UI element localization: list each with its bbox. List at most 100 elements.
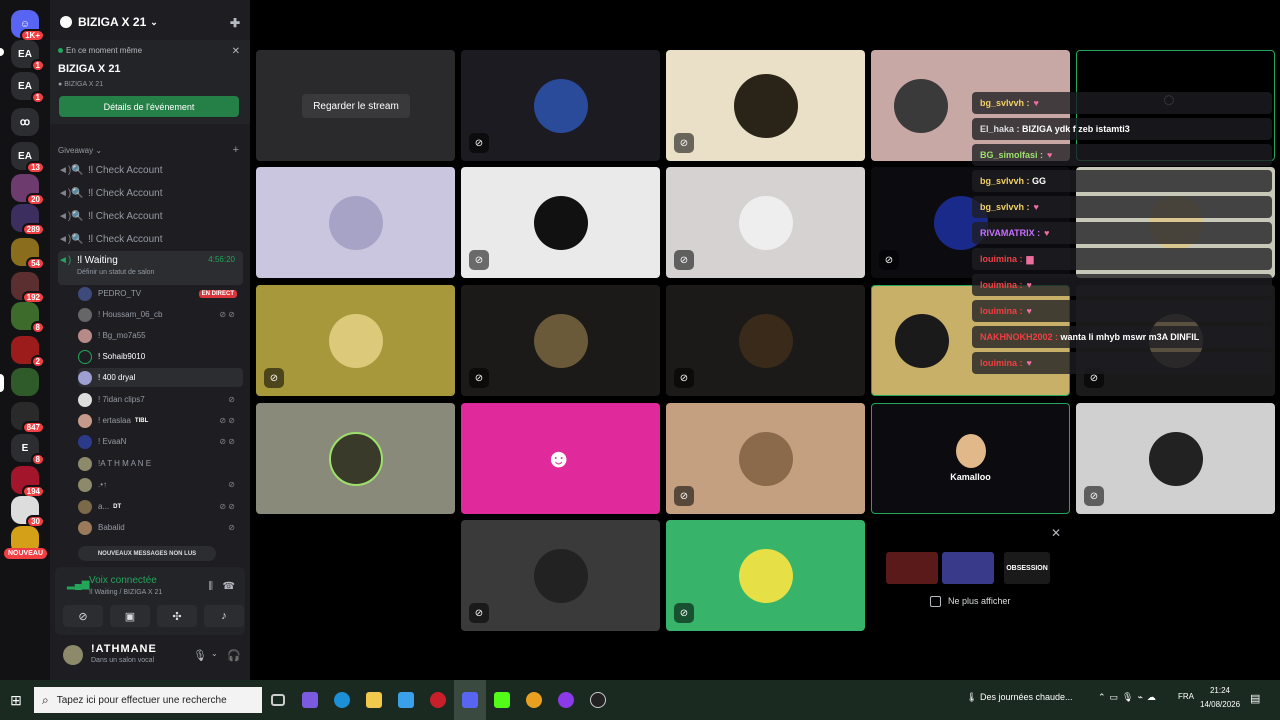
channel-item[interactable]: ◄)🔍 !l Check Account bbox=[58, 206, 243, 226]
participant-tile[interactable]: ⊘ bbox=[461, 520, 660, 631]
notification-icon[interactable]: ▤ bbox=[1250, 692, 1260, 705]
channel-status[interactable]: Définir un statut de salon bbox=[77, 269, 154, 276]
disconnect-icon[interactable]: ☎ bbox=[223, 581, 235, 592]
server-link-icon[interactable]: ꝏ bbox=[11, 108, 39, 136]
activity-thumbnail[interactable] bbox=[942, 552, 994, 584]
activity-thumbnail[interactable] bbox=[886, 552, 938, 584]
voice-member[interactable]: ! 400 dryal bbox=[78, 368, 243, 387]
participant-tile[interactable]: ⊘ bbox=[666, 520, 865, 631]
discord-taskbar-icon[interactable] bbox=[454, 680, 486, 720]
channel-item[interactable]: ◄)🔍 !l Check Account bbox=[58, 183, 243, 203]
task-view-icon[interactable] bbox=[262, 680, 294, 720]
server-icon[interactable]: 8 bbox=[11, 302, 45, 334]
participant-tile[interactable]: ⊘ bbox=[666, 403, 865, 514]
server-icon[interactable]: 847 bbox=[11, 402, 45, 434]
server-ea-icon[interactable]: EA 1 bbox=[11, 40, 45, 72]
voice-member[interactable]: PEDRO_TV EN DIRECT bbox=[78, 284, 243, 303]
voice-member[interactable]: !A T H M A N E bbox=[78, 454, 243, 473]
voice-member[interactable]: ! Bg_mo7a55 bbox=[78, 326, 243, 345]
new-servers-badge[interactable]: NOUVEAU bbox=[4, 548, 48, 559]
app-icon[interactable] bbox=[486, 680, 518, 720]
activity-thumbnail[interactable]: OBSESSION bbox=[1004, 552, 1050, 584]
avatar[interactable] bbox=[63, 645, 83, 665]
selected-pip bbox=[0, 374, 4, 392]
participant-tile[interactable]: ⊘ bbox=[666, 167, 865, 278]
app-icon[interactable] bbox=[582, 680, 614, 720]
noise-suppression-icon[interactable]: ⫼ bbox=[208, 581, 213, 592]
chevron-down-icon[interactable]: ⌄ bbox=[211, 649, 218, 658]
channel-item[interactable]: ◄)🔍 !l Check Account bbox=[58, 160, 243, 180]
chrome-icon[interactable] bbox=[518, 680, 550, 720]
heart-icon: ♥ bbox=[1044, 228, 1050, 238]
server-icon[interactable]: 192 bbox=[11, 272, 45, 304]
participant-tile[interactable]: ⊘ bbox=[1076, 403, 1275, 514]
voice-member[interactable]: ! Houssam_06_cb ⊘ ⊘ bbox=[78, 305, 243, 324]
edge-icon[interactable] bbox=[326, 680, 358, 720]
participant-tile[interactable]: ⊘ bbox=[666, 285, 865, 396]
participant-tile[interactable]: ⊘ bbox=[461, 285, 660, 396]
add-channel-icon[interactable]: + bbox=[233, 144, 239, 156]
server-ea3-icon[interactable]: EA 13 bbox=[11, 142, 45, 174]
user-name[interactable]: !ATHMANE bbox=[91, 643, 157, 655]
participant-tile[interactable]: ⊘ bbox=[666, 50, 865, 161]
new-messages-pill[interactable]: NOUVEAUX MESSAGES NON LUS bbox=[78, 546, 216, 561]
voice-member[interactable]: a... DT ⊘ ⊘ bbox=[78, 497, 243, 516]
screen-share-button[interactable]: ▣ bbox=[110, 605, 150, 627]
participant-tile[interactable]: ⊘ bbox=[256, 285, 455, 396]
watch-stream-button[interactable]: Regarder le stream bbox=[302, 94, 410, 118]
server-icon[interactable]: E8 bbox=[11, 434, 45, 466]
server-header[interactable]: BIZIGA X 21 ⌄ ✚ bbox=[50, 0, 250, 44]
server-icon[interactable]: 20 bbox=[11, 174, 45, 206]
participant-tile[interactable] bbox=[256, 167, 455, 278]
activities-button[interactable]: ✣ bbox=[157, 605, 197, 627]
participant-tile[interactable]: ⊘ bbox=[461, 167, 660, 278]
participant-name: Kamalloo bbox=[950, 472, 991, 482]
close-icon[interactable]: ✕ bbox=[1051, 526, 1061, 540]
taskbar-search[interactable]: ⌕ Tapez ici pour effectuer une recherche bbox=[34, 687, 262, 713]
participant-tile[interactable] bbox=[256, 403, 455, 514]
dont-show-checkbox[interactable] bbox=[930, 596, 941, 607]
voice-member[interactable]: ! EvaaN ⊘ ⊘ bbox=[78, 432, 243, 451]
app-icon[interactable] bbox=[550, 680, 582, 720]
server-ea2-icon[interactable]: EA 1 bbox=[11, 72, 45, 104]
signal-icon[interactable]: ▂▄▆ bbox=[67, 579, 89, 590]
windows-start-icon[interactable]: ⊞ bbox=[0, 680, 32, 720]
clock[interactable]: 21:24 14/08/2026 bbox=[1200, 684, 1240, 712]
close-icon[interactable]: ✕ bbox=[232, 46, 240, 57]
category-giveaway[interactable]: Giveaway ⌄ + bbox=[58, 144, 243, 156]
participant-tile-speaking[interactable]: Kamalloo bbox=[871, 403, 1070, 514]
voice-member[interactable]: ! ertaslaa TIBL ⊘ ⊘ bbox=[78, 411, 243, 430]
participant-tile[interactable]: ⊘ bbox=[461, 50, 660, 161]
server-icon[interactable]: 54 bbox=[11, 238, 45, 270]
microphone-icon[interactable]: 🎙 bbox=[193, 649, 207, 662]
stream-tile[interactable]: Regarder le stream bbox=[256, 50, 455, 161]
news-widget[interactable]: 🌡 Des journées chaude... bbox=[966, 692, 1073, 703]
home-icon[interactable]: ☺ 1K+ bbox=[11, 10, 45, 42]
server-icon[interactable]: 289 bbox=[11, 204, 45, 236]
file-explorer-icon[interactable] bbox=[358, 680, 390, 720]
app-icon[interactable] bbox=[422, 680, 454, 720]
server-icon[interactable]: 30 bbox=[11, 496, 45, 528]
event-details-button[interactable]: Détails de l'événement bbox=[59, 96, 239, 117]
active-voice-channel[interactable]: ◄) !l Waiting 4:56:20 Définir un statut … bbox=[58, 251, 243, 285]
headphones-icon[interactable]: 🎧 bbox=[227, 649, 241, 662]
copilot-icon[interactable] bbox=[294, 680, 326, 720]
channel-item[interactable]: ◄)🔍 !l Check Account bbox=[58, 229, 243, 249]
store-icon[interactable] bbox=[390, 680, 422, 720]
camera-off-button[interactable]: ⊘ bbox=[63, 605, 103, 627]
participant-tile[interactable]: ☻ bbox=[461, 403, 660, 514]
voice-member[interactable]: .•↑ ⊘ bbox=[78, 475, 243, 494]
language-indicator[interactable]: FRA bbox=[1178, 692, 1194, 701]
voice-member[interactable]: ! 7idan clips7 ⊘ bbox=[78, 390, 243, 409]
member-tag: DT bbox=[113, 503, 122, 510]
invite-icon[interactable]: ✚ bbox=[230, 16, 240, 30]
voice-channel[interactable]: !l Waiting / BIZIGA X 21 bbox=[89, 589, 162, 596]
chat-overlay-message: louimina : ♥ bbox=[972, 274, 1272, 296]
system-tray-icons[interactable]: ⌃▭🎙⌁☁ bbox=[1098, 692, 1160, 703]
voice-member[interactable]: Babalid ⊘ bbox=[78, 518, 243, 537]
server-icon[interactable]: 2 bbox=[11, 336, 45, 368]
server-icon[interactable]: 194 bbox=[11, 466, 45, 498]
voice-member[interactable]: ! Sohaib9010 bbox=[78, 347, 243, 366]
server-biziga-icon[interactable] bbox=[11, 368, 39, 396]
soundboard-button[interactable]: ♪ bbox=[204, 605, 244, 627]
